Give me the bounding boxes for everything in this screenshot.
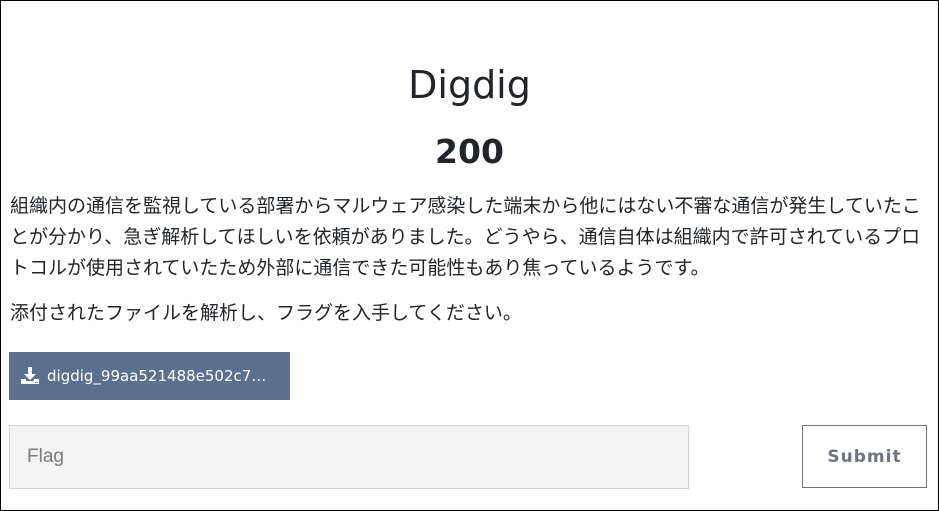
- attachment-download-button[interactable]: digdig_99aa521488e502c7…: [9, 352, 290, 400]
- challenge-instruction: 添付されたファイルを解析し、フラグを入手してください。: [10, 302, 522, 324]
- challenge-title: Digdig: [408, 63, 531, 107]
- challenge-points: 200: [435, 132, 504, 171]
- download-icon: [20, 366, 40, 386]
- attachment-filename: digdig_99aa521488e502c7…: [47, 367, 267, 385]
- submit-button[interactable]: Submit: [802, 425, 927, 488]
- flag-input[interactable]: [9, 425, 689, 489]
- challenge-modal: Digdig 200 組織内の通信を監視している部署からマルウェア感染した端末か…: [0, 0, 939, 511]
- challenge-description: 組織内の通信を監視している部署からマルウェア感染した端末から他にはない不審な通信…: [10, 195, 921, 279]
